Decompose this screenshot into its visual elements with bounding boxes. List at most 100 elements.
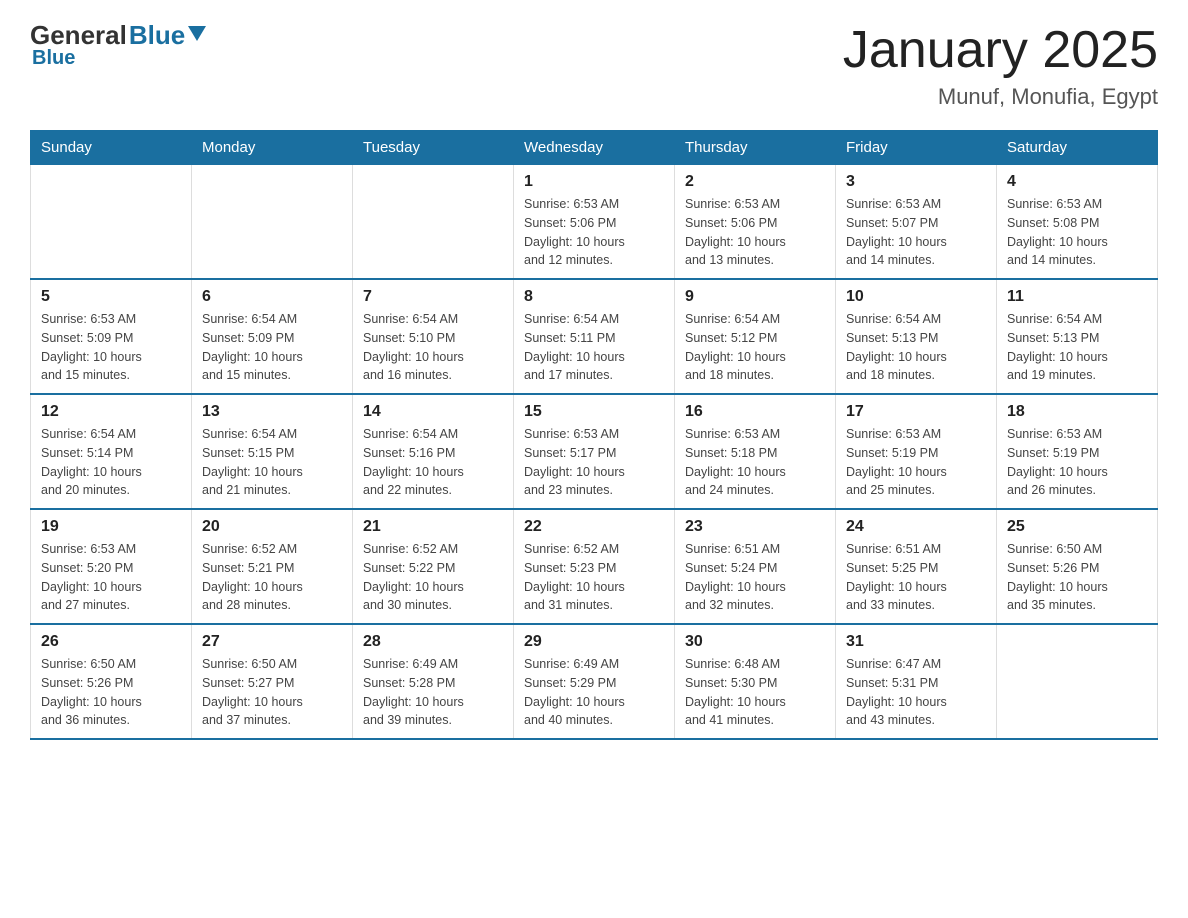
calendar-cell: 13Sunrise: 6:54 AM Sunset: 5:15 PM Dayli… (192, 394, 353, 509)
calendar-cell (192, 165, 353, 280)
day-number: 16 (685, 403, 825, 421)
header-day-saturday: Saturday (997, 131, 1158, 165)
day-number: 17 (846, 403, 986, 421)
day-number: 21 (363, 518, 503, 536)
title-section: January 2025 Munuf, Monufia, Egypt (843, 20, 1158, 110)
calendar-cell: 16Sunrise: 6:53 AM Sunset: 5:18 PM Dayli… (675, 394, 836, 509)
day-number: 31 (846, 633, 986, 651)
day-info: Sunrise: 6:50 AM Sunset: 5:27 PM Dayligh… (202, 655, 342, 730)
day-info: Sunrise: 6:54 AM Sunset: 5:13 PM Dayligh… (1007, 310, 1147, 385)
day-info: Sunrise: 6:51 AM Sunset: 5:25 PM Dayligh… (846, 540, 986, 615)
calendar-week-row: 19 Sunrise: 6:53 AM Sunset: 5:20 PM Dayli… (31, 509, 1158, 624)
day-number: 29 (524, 633, 664, 651)
day-info: Sunrise: 6:54 AM Sunset: 5:13 PM Dayligh… (846, 310, 986, 385)
calendar-week-row: 26Sunrise: 6:50 AM Sunset: 5:26 PM Dayli… (31, 624, 1158, 739)
calendar-cell: 26Sunrise: 6:50 AM Sunset: 5:26 PM Dayli… (31, 624, 192, 739)
day-number: 14 (363, 403, 503, 421)
day-number: 4 (1007, 173, 1147, 191)
logo-triangle-icon (188, 26, 206, 41)
day-info: Sunrise: 6:51 AM Sunset: 5:24 PM Dayligh… (685, 540, 825, 615)
day-info: Sunrise: 6:52 AM Sunset: 5:23 PM Dayligh… (524, 540, 664, 615)
day-number: 12 (41, 403, 181, 421)
logo: General Blue Blue (30, 20, 206, 70)
day-info: Sunrise: 6:54 AM Sunset: 5:11 PM Dayligh… (524, 310, 664, 385)
day-number: 19 (41, 518, 181, 536)
calendar-cell: 24 Sunrise: 6:51 AM Sunset: 5:25 PM Dayli… (836, 509, 997, 624)
day-info: Sunrise: 6:54 AM Sunset: 5:16 PM Dayligh… (363, 425, 503, 500)
day-number: 15 (524, 403, 664, 421)
day-info: Sunrise: 6:53 AM Sunset: 5:06 PM Dayligh… (685, 195, 825, 270)
day-number: 7 (363, 288, 503, 306)
header-day-monday: Monday (192, 131, 353, 165)
calendar-cell: 23 Sunrise: 6:51 AM Sunset: 5:24 PM Dayli… (675, 509, 836, 624)
day-number: 24 (846, 518, 986, 536)
day-info: Sunrise: 6:48 AM Sunset: 5:30 PM Dayligh… (685, 655, 825, 730)
day-info: Sunrise: 6:52 AM Sunset: 5:22 PM Dayligh… (363, 540, 503, 615)
day-number: 22 (524, 518, 664, 536)
day-number: 20 (202, 518, 342, 536)
calendar-header-row: SundayMondayTuesdayWednesdayThursdayFrid… (31, 131, 1158, 165)
day-number: 2 (685, 173, 825, 191)
day-info: Sunrise: 6:54 AM Sunset: 5:09 PM Dayligh… (202, 310, 342, 385)
calendar-cell: 4Sunrise: 6:53 AM Sunset: 5:08 PM Daylig… (997, 165, 1158, 280)
logo-blue-label: Blue (32, 47, 206, 70)
day-number: 28 (363, 633, 503, 651)
day-number: 1 (524, 173, 664, 191)
calendar-cell: 21 Sunrise: 6:52 AM Sunset: 5:22 PM Dayli… (353, 509, 514, 624)
calendar-cell: 31 Sunrise: 6:47 AM Sunset: 5:31 PM Dayli… (836, 624, 997, 739)
calendar-cell: 11 Sunrise: 6:54 AM Sunset: 5:13 PM Dayli… (997, 279, 1158, 394)
header-day-sunday: Sunday (31, 131, 192, 165)
header-day-wednesday: Wednesday (514, 131, 675, 165)
day-number: 27 (202, 633, 342, 651)
day-info: Sunrise: 6:49 AM Sunset: 5:28 PM Dayligh… (363, 655, 503, 730)
calendar-cell: 20 Sunrise: 6:52 AM Sunset: 5:21 PM Dayli… (192, 509, 353, 624)
calendar-cell: 18 Sunrise: 6:53 AM Sunset: 5:19 PM Dayli… (997, 394, 1158, 509)
day-number: 5 (41, 288, 181, 306)
calendar-cell: 2 Sunrise: 6:53 AM Sunset: 5:06 PM Daylig… (675, 165, 836, 280)
day-number: 11 (1007, 288, 1147, 306)
day-number: 18 (1007, 403, 1147, 421)
calendar-cell: 29 Sunrise: 6:49 AM Sunset: 5:29 PM Dayli… (514, 624, 675, 739)
day-number: 3 (846, 173, 986, 191)
calendar-subtitle: Munuf, Monufia, Egypt (843, 84, 1158, 110)
header-day-friday: Friday (836, 131, 997, 165)
day-info: Sunrise: 6:53 AM Sunset: 5:07 PM Dayligh… (846, 195, 986, 270)
calendar-cell: 30 Sunrise: 6:48 AM Sunset: 5:30 PM Dayli… (675, 624, 836, 739)
calendar-cell: 9Sunrise: 6:54 AM Sunset: 5:12 PM Daylig… (675, 279, 836, 394)
calendar-cell (997, 624, 1158, 739)
day-number: 9 (685, 288, 825, 306)
calendar-cell: 8 Sunrise: 6:54 AM Sunset: 5:11 PM Daylig… (514, 279, 675, 394)
calendar-cell: 3 Sunrise: 6:53 AM Sunset: 5:07 PM Daylig… (836, 165, 997, 280)
header-day-thursday: Thursday (675, 131, 836, 165)
day-number: 8 (524, 288, 664, 306)
calendar-title: January 2025 (843, 20, 1158, 80)
calendar-cell: 15 Sunrise: 6:53 AM Sunset: 5:17 PM Dayli… (514, 394, 675, 509)
day-number: 13 (202, 403, 342, 421)
day-info: Sunrise: 6:54 AM Sunset: 5:10 PM Dayligh… (363, 310, 503, 385)
calendar-cell: 19 Sunrise: 6:53 AM Sunset: 5:20 PM Dayli… (31, 509, 192, 624)
calendar-cell: 28 Sunrise: 6:49 AM Sunset: 5:28 PM Dayli… (353, 624, 514, 739)
day-number: 23 (685, 518, 825, 536)
calendar-cell (31, 165, 192, 280)
day-info: Sunrise: 6:47 AM Sunset: 5:31 PM Dayligh… (846, 655, 986, 730)
day-info: Sunrise: 6:53 AM Sunset: 5:09 PM Dayligh… (41, 310, 181, 385)
day-number: 10 (846, 288, 986, 306)
calendar-week-row: 1 Sunrise: 6:53 AM Sunset: 5:06 PM Daylig… (31, 165, 1158, 280)
day-info: Sunrise: 6:53 AM Sunset: 5:19 PM Dayligh… (1007, 425, 1147, 500)
calendar-week-row: 5 Sunrise: 6:53 AM Sunset: 5:09 PM Daylig… (31, 279, 1158, 394)
day-info: Sunrise: 6:53 AM Sunset: 5:17 PM Dayligh… (524, 425, 664, 500)
calendar-cell: 5 Sunrise: 6:53 AM Sunset: 5:09 PM Daylig… (31, 279, 192, 394)
page-header: General Blue Blue January 2025 Munuf, Mo… (30, 20, 1158, 110)
day-info: Sunrise: 6:54 AM Sunset: 5:14 PM Dayligh… (41, 425, 181, 500)
day-info: Sunrise: 6:49 AM Sunset: 5:29 PM Dayligh… (524, 655, 664, 730)
calendar-cell: 14 Sunrise: 6:54 AM Sunset: 5:16 PM Dayli… (353, 394, 514, 509)
day-info: Sunrise: 6:53 AM Sunset: 5:20 PM Dayligh… (41, 540, 181, 615)
calendar-cell: 10 Sunrise: 6:54 AM Sunset: 5:13 PM Dayli… (836, 279, 997, 394)
calendar-table: SundayMondayTuesdayWednesdayThursdayFrid… (30, 130, 1158, 740)
day-number: 30 (685, 633, 825, 651)
day-info: Sunrise: 6:52 AM Sunset: 5:21 PM Dayligh… (202, 540, 342, 615)
calendar-cell: 6Sunrise: 6:54 AM Sunset: 5:09 PM Daylig… (192, 279, 353, 394)
calendar-cell: 17Sunrise: 6:53 AM Sunset: 5:19 PM Dayli… (836, 394, 997, 509)
day-number: 25 (1007, 518, 1147, 536)
calendar-week-row: 12 Sunrise: 6:54 AM Sunset: 5:14 PM Dayli… (31, 394, 1158, 509)
